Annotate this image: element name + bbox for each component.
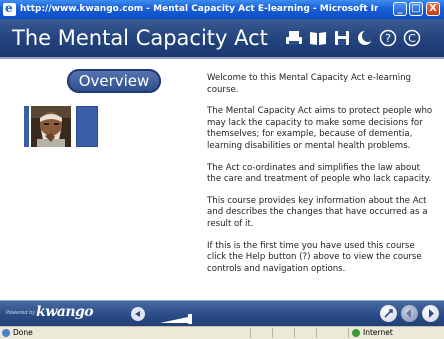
zone-text: Internet <box>363 328 393 337</box>
minimize-button[interactable]: _ <box>393 2 407 16</box>
forward-icon[interactable] <box>422 305 439 322</box>
main-content: Overview Welcome to this Mental Capacity… <box>0 59 444 299</box>
status-divider <box>348 328 349 338</box>
app-header: The Mental Capacity Act ? C <box>0 19 444 59</box>
copyright-icon[interactable]: C <box>403 29 421 47</box>
thumbnail-placeholder[interactable] <box>76 106 98 147</box>
back-icon[interactable] <box>401 305 418 322</box>
page-icon <box>2 329 10 337</box>
intro-paragraph: If this is the first time you have used … <box>207 240 422 274</box>
intro-text: Welcome to this Mental Capacity Act e-le… <box>207 73 435 285</box>
internet-zone-icon <box>352 329 360 337</box>
intro-paragraph: The Act co-ordinates and simplifies the … <box>207 162 432 185</box>
window-title: http://www.kwango.com - Mental Capacity … <box>20 4 378 14</box>
window-title-bar: http://www.kwango.com - Mental Capacity … <box>0 0 444 19</box>
page-title: The Mental Capacity Act <box>12 26 268 50</box>
brand-logo: kwango <box>36 304 94 320</box>
status-divider <box>316 328 317 338</box>
replay-icon[interactable] <box>380 305 397 322</box>
status-divider <box>294 328 295 338</box>
save-icon[interactable] <box>333 29 351 47</box>
volume-icon[interactable] <box>131 307 145 321</box>
intro-paragraph: Welcome to this Mental Capacity Act e-le… <box>207 73 412 95</box>
svg-text:C: C <box>408 32 416 45</box>
status-divider <box>272 328 273 338</box>
print-icon[interactable] <box>285 29 303 47</box>
intro-paragraph: The Mental Capacity Act aims to protect … <box>207 106 433 151</box>
player-bar: Powered by kwango <box>0 300 444 327</box>
moon-icon[interactable] <box>356 29 374 47</box>
ie-icon <box>3 1 16 16</box>
portrait-photo[interactable] <box>31 106 71 147</box>
book-icon[interactable] <box>309 29 327 47</box>
browser-status-bar: Done Internet <box>0 326 444 339</box>
close-button[interactable]: X <box>426 2 440 16</box>
maximize-button[interactable]: □ <box>409 2 423 16</box>
section-title: Overview <box>67 69 161 93</box>
volume-slider[interactable] <box>160 309 192 324</box>
thumbnail-marker <box>24 106 29 147</box>
status-divider <box>250 328 251 338</box>
powered-by-label: Powered by <box>6 310 36 316</box>
help-icon[interactable]: ? <box>379 29 397 47</box>
svg-text:?: ? <box>385 32 391 45</box>
status-text: Done <box>13 328 33 337</box>
intro-paragraph: This course provides key information abo… <box>207 195 428 229</box>
